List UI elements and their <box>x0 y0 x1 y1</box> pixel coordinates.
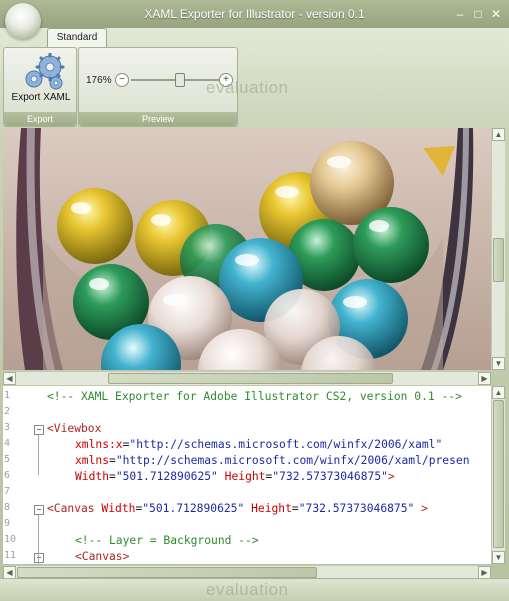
maximize-button[interactable]: □ <box>470 7 486 21</box>
code-token: Height <box>251 502 292 515</box>
application-orb-button[interactable] <box>5 3 41 39</box>
code-scroll-up-button[interactable]: ▲ <box>492 386 505 399</box>
code-token: "732.57373046875" <box>298 502 415 515</box>
code-line: xmlns:x="http://schemas.microsoft.com/wi… <box>75 437 442 453</box>
preview-vertical-thumb[interactable] <box>493 238 504 282</box>
code-token: > <box>387 470 395 483</box>
evaluation-watermark: evaluation <box>206 78 289 97</box>
code-token: "501.712890625" <box>142 502 245 515</box>
scroll-right-button[interactable]: ▶ <box>478 372 491 385</box>
status-bar: evaluation <box>0 578 509 601</box>
code-token: Height <box>224 470 266 483</box>
code-horizontal-thumb[interactable] <box>17 567 317 578</box>
export-group-label: Export <box>4 112 76 126</box>
export-xaml-button[interactable]: Export XAML <box>10 52 70 104</box>
line-number: 5 <box>4 454 11 465</box>
status-evaluation-watermark: evaluation <box>206 580 289 599</box>
code-token: "732.57373046875" <box>272 470 388 483</box>
code-token: xmlns:x <box>75 438 123 451</box>
line-number: 3 <box>4 422 11 433</box>
fold-toggle-icon[interactable]: − <box>34 553 44 563</box>
code-token: = <box>109 454 116 467</box>
export-xaml-label: Export XAML <box>11 92 71 103</box>
line-number: 11 <box>4 550 17 561</box>
preview-vertical-scrollbar[interactable]: ▲ ▼ <box>491 128 505 370</box>
code-token: Width <box>75 470 110 483</box>
zoom-level: 176% <box>86 75 112 86</box>
zoom-slider-thumb[interactable] <box>175 73 185 87</box>
marbles-artwork <box>3 128 491 370</box>
code-token: = <box>109 470 116 483</box>
line-number: 2 <box>4 406 11 417</box>
code-token: = <box>291 502 299 515</box>
code-token: <!-- Layer = Background --> <box>75 534 259 547</box>
code-token: <!-- XAML Exporter for Adobe Illustrator… <box>47 390 462 403</box>
line-number: 9 <box>4 518 11 529</box>
scroll-down-button[interactable]: ▼ <box>492 357 505 370</box>
line-number: 7 <box>4 486 11 497</box>
window-title: XAML Exporter for Illustrator - version … <box>144 7 365 21</box>
code-token: > <box>421 502 428 515</box>
code-token: <Viewbox <box>47 422 102 435</box>
line-number: 10 <box>4 534 17 545</box>
zoom-out-button[interactable]: − <box>115 73 129 87</box>
code-line: <Canvas Width="501.712890625" Height="73… <box>47 501 428 517</box>
title-bar[interactable]: XAML Exporter for Illustrator - version … <box>0 0 509 28</box>
code-token: xmlns <box>75 454 110 467</box>
code-line: Width="501.712890625" Height="732.573730… <box>75 469 395 485</box>
code-line: xmlns="http://schemas.microsoft.com/winf… <box>75 453 470 469</box>
line-number: 8 <box>4 502 11 513</box>
code-vertical-thumb[interactable] <box>493 400 504 548</box>
gears-icon <box>25 53 65 90</box>
scroll-up-button[interactable]: ▲ <box>492 128 505 141</box>
line-number: 1 <box>4 390 11 401</box>
code-line: <!-- XAML Exporter for Adobe Illustrator… <box>47 389 462 405</box>
preview-group-label: Preview <box>79 112 237 126</box>
code-token: "501.712890625" <box>115 470 218 483</box>
code-token: "http://schemas.microsoft.com/winfx/2006… <box>129 438 443 451</box>
fold-guide-line <box>38 435 39 475</box>
code-line: <Viewbox <box>47 421 101 437</box>
code-token: <Canvas <box>47 502 95 515</box>
scroll-left-button[interactable]: ◀ <box>3 372 16 385</box>
minimize-button[interactable]: – <box>452 7 468 21</box>
code-line: <!-- Layer = Background --> <box>75 533 259 549</box>
close-button[interactable]: ✕ <box>488 7 504 21</box>
code-line: <Canvas> <box>75 549 129 564</box>
app-window: XAML Exporter for Illustrator - version … <box>0 0 509 601</box>
preview-horizontal-thumb[interactable] <box>108 373 393 384</box>
code-token: <Canvas> <box>75 550 130 563</box>
fold-toggle-icon[interactable]: − <box>34 425 44 435</box>
code-scroll-down-button[interactable]: ▼ <box>492 551 505 564</box>
code-horizontal-scrollbar[interactable]: ◀ ▶ <box>3 565 491 579</box>
export-group: Export XAML Export <box>3 47 77 127</box>
fold-toggle-icon[interactable]: − <box>34 505 44 515</box>
line-number: 4 <box>4 438 11 449</box>
line-number-gutter: 1 2 3 4 5 6 7 8 9 10 11 <box>3 386 23 564</box>
line-number: 6 <box>4 470 11 481</box>
xaml-code-editor[interactable]: 1 2 3 4 5 6 7 8 9 10 11 <!-- XAML Exporter for Ado… <box>3 386 491 564</box>
code-token: "http://schemas.microsoft.com/winfx/2006… <box>115 454 470 467</box>
code-vertical-scrollbar[interactable]: ▲ ▼ <box>491 386 505 564</box>
ribbon: Standard Export XAML Export 176% − + Pre… <box>0 28 509 128</box>
tab-standard[interactable]: Standard <box>47 28 107 47</box>
fold-guide-line <box>38 515 39 564</box>
preview-horizontal-scrollbar[interactable]: ◀ ▶ <box>3 371 491 385</box>
code-token: Width <box>101 502 136 515</box>
preview-canvas[interactable] <box>3 128 491 370</box>
